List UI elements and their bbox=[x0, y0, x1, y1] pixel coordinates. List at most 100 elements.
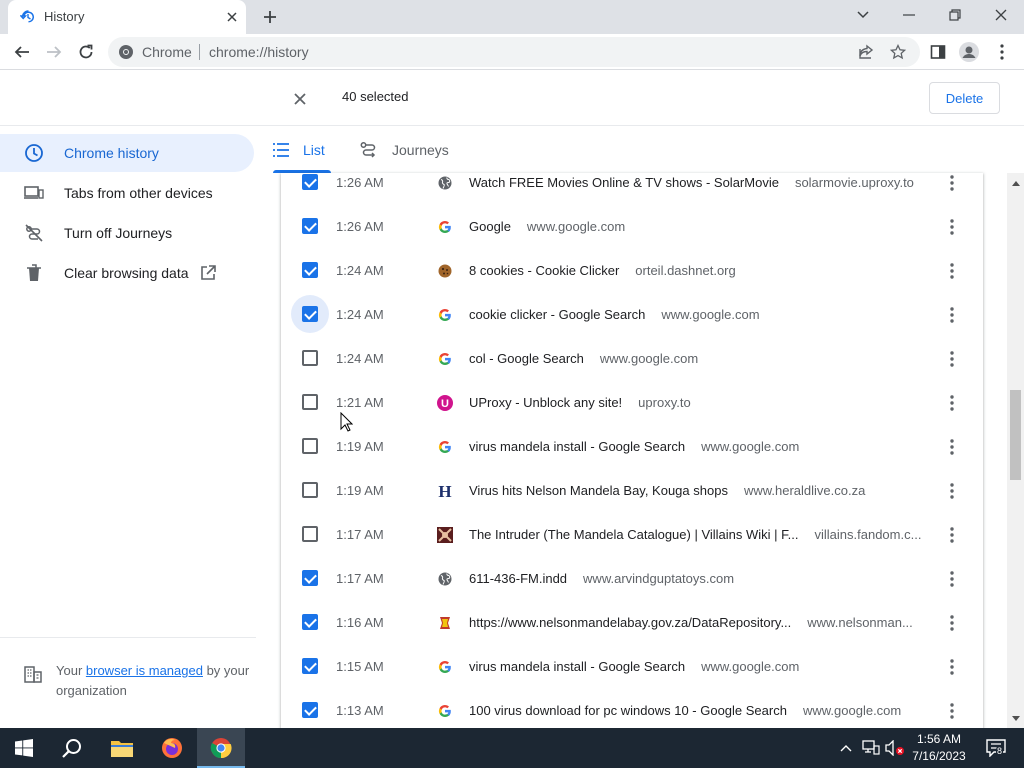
more-actions-icon[interactable] bbox=[942, 173, 962, 193]
reload-button[interactable] bbox=[72, 38, 100, 66]
sidebar-item-clear-browsing-data[interactable]: Clear browsing data bbox=[0, 254, 254, 292]
tab-list[interactable]: List bbox=[273, 127, 331, 173]
profile-avatar[interactable] bbox=[955, 38, 983, 66]
row-checkbox[interactable] bbox=[291, 383, 329, 421]
row-checkbox[interactable] bbox=[291, 295, 329, 333]
system-clock[interactable]: 1:56 AM 7/16/2023 bbox=[906, 731, 972, 765]
sidebar-item-tabs-other-devices[interactable]: Tabs from other devices bbox=[0, 174, 254, 212]
checkbox-checked-icon[interactable] bbox=[302, 262, 318, 278]
checkbox-checked-icon[interactable] bbox=[302, 174, 318, 190]
history-row[interactable]: 1:17 AM 611-436-FM.indd www.arvindguptatoy… bbox=[281, 557, 983, 601]
history-row[interactable]: 1:15 AM virus mandela install - Google Se… bbox=[281, 645, 983, 689]
close-tab-icon[interactable] bbox=[222, 7, 242, 27]
row-checkbox[interactable] bbox=[291, 339, 329, 377]
more-actions-icon[interactable] bbox=[942, 481, 962, 501]
checkbox-checked-icon[interactable] bbox=[302, 702, 318, 718]
row-checkbox[interactable] bbox=[291, 691, 329, 728]
tab-search-icon[interactable] bbox=[840, 0, 886, 30]
more-actions-icon[interactable] bbox=[942, 525, 962, 545]
firefox-icon[interactable] bbox=[148, 728, 196, 768]
chrome-menu-icon[interactable] bbox=[988, 38, 1016, 66]
chrome-taskbar-icon[interactable] bbox=[197, 728, 245, 768]
row-title-link[interactable]: Google www.google.com bbox=[469, 219, 625, 234]
checkbox-checked-icon[interactable] bbox=[302, 218, 318, 234]
more-actions-icon[interactable] bbox=[942, 613, 962, 633]
row-checkbox[interactable] bbox=[291, 515, 329, 553]
row-checkbox[interactable] bbox=[291, 603, 329, 641]
tab-history[interactable]: History bbox=[8, 0, 246, 34]
history-row[interactable]: 1:24 AM 8 cookies - Cookie Clicker orteil.… bbox=[281, 249, 983, 293]
browser-managed-link[interactable]: browser is managed bbox=[86, 663, 203, 678]
more-actions-icon[interactable] bbox=[942, 701, 962, 721]
notifications-icon[interactable]: 8 bbox=[984, 738, 1008, 758]
row-checkbox[interactable] bbox=[291, 559, 329, 597]
row-title-link[interactable]: 611-436-FM.indd www.arvindguptatoys.com bbox=[469, 571, 734, 586]
history-row[interactable]: 1:19 AM H Virus hits Nelson Mandela Bay, K… bbox=[281, 469, 983, 513]
row-title-link[interactable]: Virus hits Nelson Mandela Bay, Kouga sho… bbox=[469, 483, 865, 498]
page-scrollbar[interactable] bbox=[1007, 173, 1024, 728]
more-actions-icon[interactable] bbox=[942, 217, 962, 237]
row-checkbox[interactable] bbox=[291, 427, 329, 465]
tab-journeys[interactable]: Journeys bbox=[360, 127, 460, 173]
history-row[interactable]: 1:19 AM virus mandela install - Google Se… bbox=[281, 425, 983, 469]
checkbox-unchecked-icon[interactable] bbox=[302, 394, 318, 410]
row-title-link[interactable]: col - Google Search www.google.com bbox=[469, 351, 698, 366]
row-title-link[interactable]: The Intruder (The Mandela Catalogue) | V… bbox=[469, 527, 921, 542]
history-row[interactable]: 1:13 AM 100 virus download for pc windows… bbox=[281, 689, 983, 728]
row-title-link[interactable]: 8 cookies - Cookie Clicker orteil.dashnet… bbox=[469, 263, 736, 278]
minimize-button[interactable] bbox=[886, 0, 932, 30]
tray-chevron-up-icon[interactable] bbox=[836, 738, 856, 758]
history-row[interactable]: 1:24 AM cookie clicker - Google Search www… bbox=[281, 293, 983, 337]
history-row[interactable]: 1:26 AM Watch FREE Movies Online & TV sho… bbox=[281, 173, 983, 205]
history-row[interactable]: 1:24 AM col - Google Search www.google.com bbox=[281, 337, 983, 381]
more-actions-icon[interactable] bbox=[942, 569, 962, 589]
history-row[interactable]: 1:21 AM U UProxy - Unblock any site! uproxy… bbox=[281, 381, 983, 425]
row-checkbox[interactable] bbox=[291, 251, 329, 289]
row-checkbox[interactable] bbox=[291, 647, 329, 685]
scrollbar-thumb[interactable] bbox=[1010, 390, 1021, 480]
row-title-link[interactable]: virus mandela install - Google Search www… bbox=[469, 659, 799, 674]
checkbox-unchecked-icon[interactable] bbox=[302, 526, 318, 542]
scroll-down-arrow-icon[interactable] bbox=[1007, 710, 1024, 727]
history-row[interactable]: 1:17 AM The Intruder (The Mandela Catalog… bbox=[281, 513, 983, 557]
new-tab-button[interactable] bbox=[258, 5, 282, 29]
more-actions-icon[interactable] bbox=[942, 349, 962, 369]
row-title-link[interactable]: 100 virus download for pc windows 10 - G… bbox=[469, 703, 901, 718]
network-icon[interactable] bbox=[861, 738, 881, 758]
url-text[interactable]: chrome://history bbox=[209, 44, 309, 60]
row-title-link[interactable]: virus mandela install - Google Search www… bbox=[469, 439, 799, 454]
bookmark-star-icon[interactable] bbox=[888, 42, 908, 62]
row-title-link[interactable]: https://www.nelsonmandelabay.gov.za/Data… bbox=[469, 615, 913, 630]
more-actions-icon[interactable] bbox=[942, 437, 962, 457]
sidebar-item-chrome-history[interactable]: Chrome history bbox=[0, 134, 254, 172]
row-checkbox[interactable] bbox=[291, 207, 329, 245]
scroll-up-arrow-icon[interactable] bbox=[1007, 175, 1024, 192]
row-checkbox[interactable] bbox=[291, 471, 329, 509]
restore-button[interactable] bbox=[932, 0, 978, 30]
share-icon[interactable] bbox=[856, 42, 876, 62]
clear-selection-icon[interactable] bbox=[288, 87, 312, 111]
address-bar[interactable]: Chrome chrome://history bbox=[108, 37, 920, 67]
row-title-link[interactable]: cookie clicker - Google Search www.google… bbox=[469, 307, 760, 322]
checkbox-unchecked-icon[interactable] bbox=[302, 438, 318, 454]
file-explorer-icon[interactable] bbox=[98, 728, 146, 768]
row-title-link[interactable]: Watch FREE Movies Online & TV shows - So… bbox=[469, 175, 914, 190]
volume-muted-icon[interactable] bbox=[885, 738, 905, 758]
more-actions-icon[interactable] bbox=[942, 261, 962, 281]
start-button[interactable] bbox=[0, 728, 48, 768]
history-row[interactable]: 1:26 AM Google www.google.com bbox=[281, 205, 983, 249]
side-panel-icon[interactable] bbox=[924, 38, 952, 66]
row-checkbox[interactable] bbox=[291, 173, 329, 201]
search-icon[interactable] bbox=[48, 728, 96, 768]
checkbox-unchecked-icon[interactable] bbox=[302, 350, 318, 366]
more-actions-icon[interactable] bbox=[942, 657, 962, 677]
checkbox-unchecked-icon[interactable] bbox=[302, 482, 318, 498]
more-actions-icon[interactable] bbox=[942, 393, 962, 413]
more-actions-icon[interactable] bbox=[942, 305, 962, 325]
close-window-button[interactable] bbox=[978, 0, 1024, 30]
checkbox-checked-icon[interactable] bbox=[302, 614, 318, 630]
checkbox-checked-icon[interactable] bbox=[302, 306, 318, 322]
sidebar-item-turn-off-journeys[interactable]: Turn off Journeys bbox=[0, 214, 254, 252]
history-row[interactable]: 1:16 AM https://www.nelsonmandelabay.gov.… bbox=[281, 601, 983, 645]
delete-button[interactable]: Delete bbox=[929, 82, 1000, 114]
